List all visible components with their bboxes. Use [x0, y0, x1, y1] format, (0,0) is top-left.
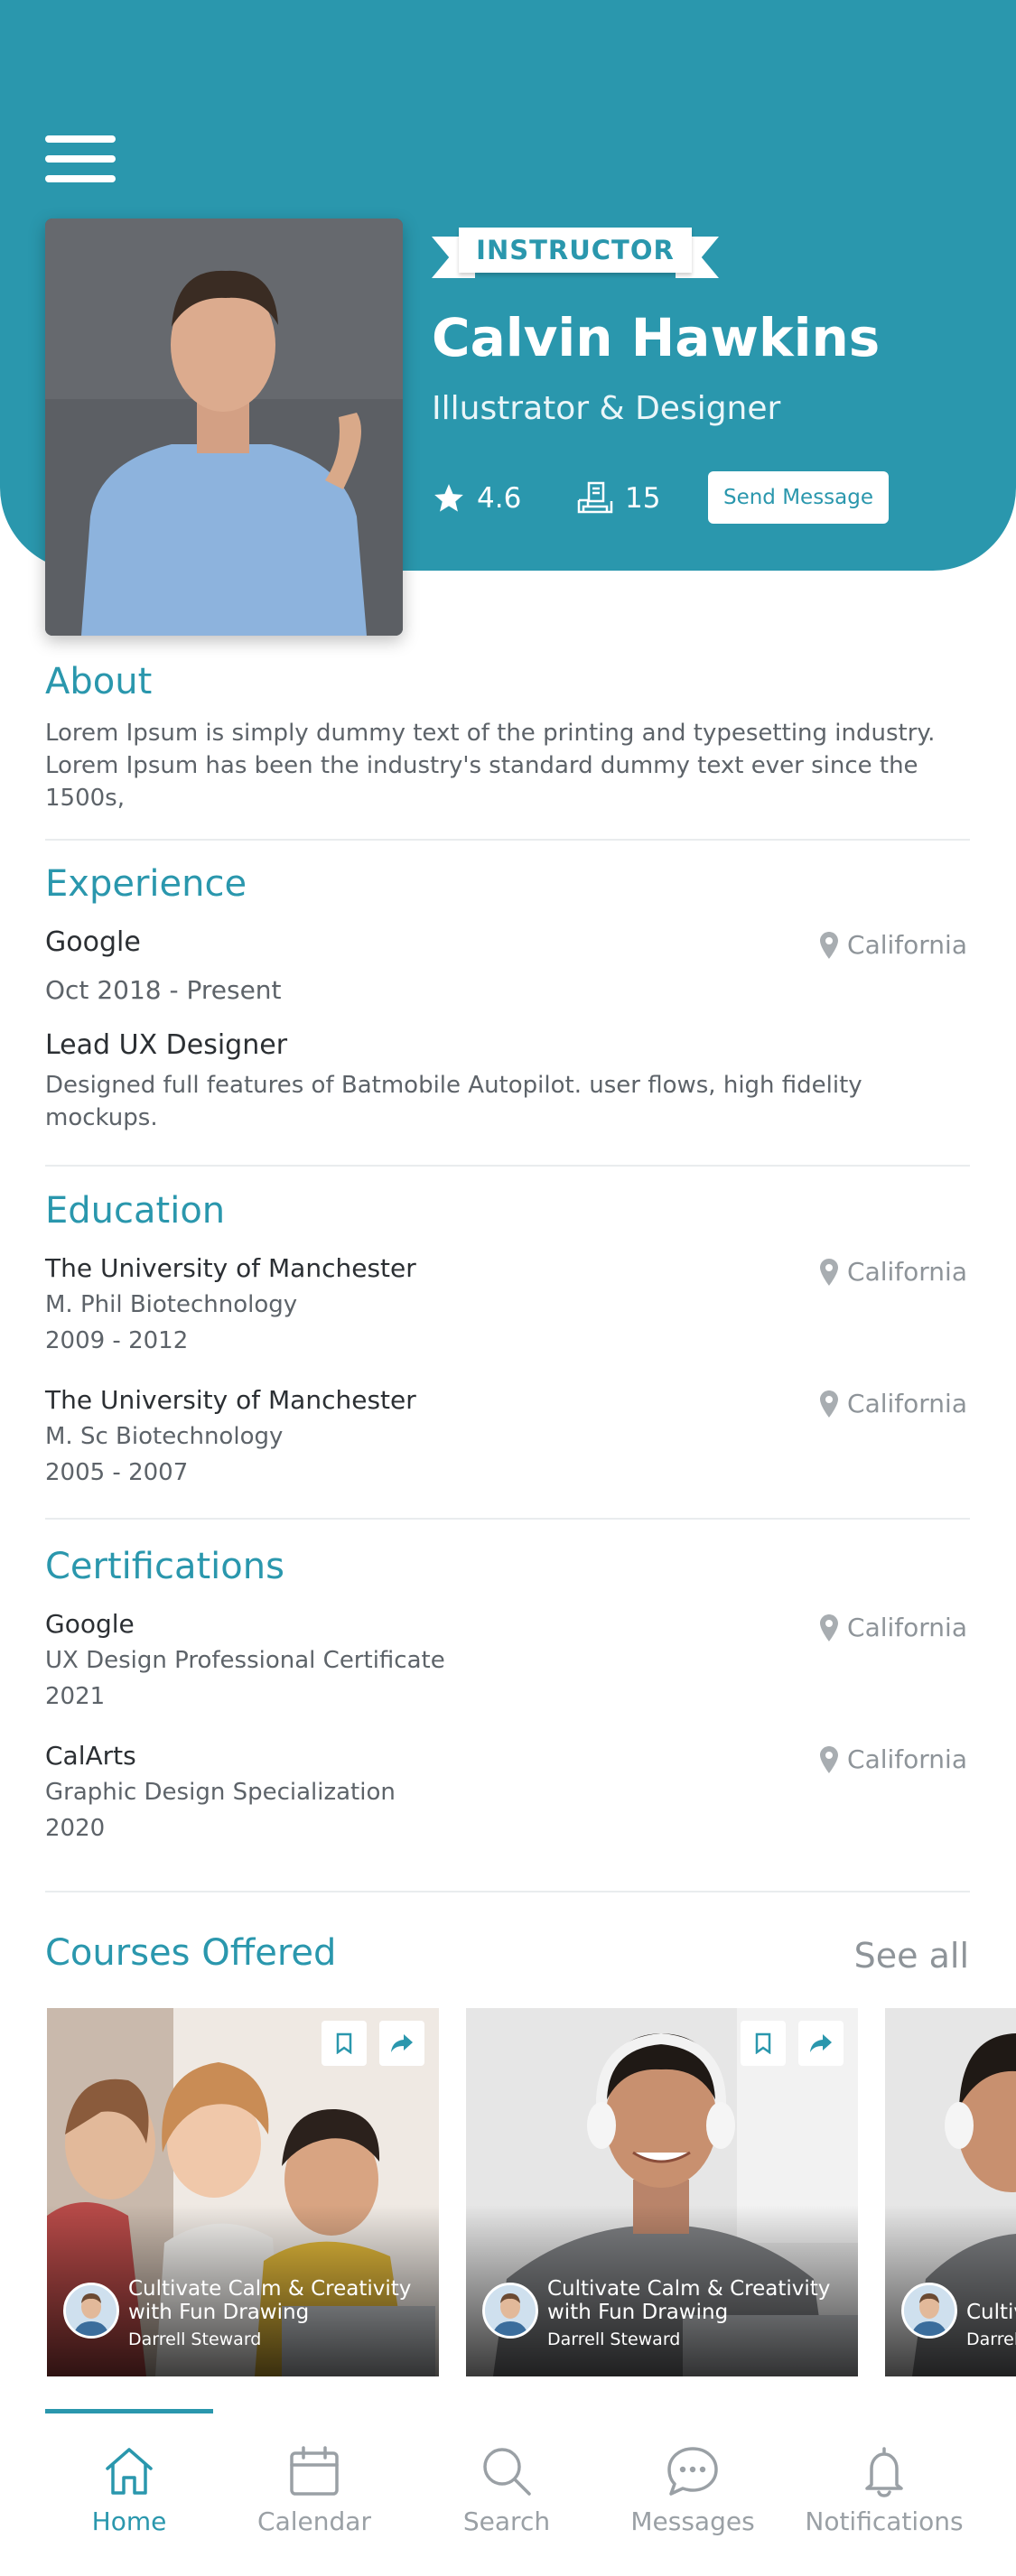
tab-calendar[interactable]: Calendar — [219, 2445, 409, 2553]
tab-home[interactable]: Home — [34, 2445, 224, 2553]
education-location: California — [820, 1389, 967, 1418]
divider — [45, 1891, 970, 1892]
author-avatar — [63, 2283, 119, 2339]
tab-label: Calendar — [257, 2506, 371, 2536]
bookmark-icon[interactable] — [741, 2021, 786, 2066]
tab-label: Notifications — [805, 2506, 964, 2536]
home-icon — [106, 2448, 153, 2495]
education-years: 2005 - 2007 — [45, 1459, 189, 1486]
bottom-tab-bar: Home Calendar Search Messages Notificati… — [0, 2409, 1016, 2576]
share-icon[interactable] — [798, 2021, 844, 2066]
send-message-button[interactable]: Send Message — [708, 471, 889, 524]
experience-company: Google — [45, 926, 141, 958]
education-location: California — [820, 1257, 967, 1287]
experience-period: Oct 2018 - Present — [45, 975, 282, 1005]
cert-location: California — [820, 1613, 967, 1642]
menu-icon[interactable] — [45, 135, 116, 182]
location-label: California — [847, 930, 967, 960]
cert-name: Graphic Design Specialization — [45, 1779, 396, 1806]
courses-title: Courses Offered — [45, 1932, 337, 1974]
badge-label: INSTRUCTOR — [459, 228, 692, 273]
author-avatar — [482, 2283, 538, 2339]
divider — [45, 1165, 970, 1167]
divider — [45, 1518, 970, 1520]
about-title: About — [45, 661, 153, 702]
course-card[interactable]: Cultivate Calm & Creativity with Fun Dra… — [47, 2008, 439, 2376]
instructor-badge: INSTRUCTOR — [432, 228, 719, 282]
course-title: Cultivate Calm & Creativity with Fun Dra… — [128, 2277, 412, 2324]
bell-icon — [865, 2447, 903, 2497]
location-label: California — [847, 1389, 967, 1418]
cert-year: 2020 — [45, 1815, 106, 1842]
star-icon — [434, 484, 463, 512]
tab-label: Messages — [630, 2506, 755, 2536]
active-tab-indicator — [45, 2409, 213, 2413]
education-degree: M. Sc Biotechnology — [45, 1423, 284, 1450]
tab-label: Search — [462, 2506, 551, 2536]
cert-location: California — [820, 1744, 967, 1774]
experience-position: Lead UX Designer — [45, 1029, 288, 1061]
calendar-icon — [290, 2446, 339, 2496]
experience-location: California — [820, 930, 967, 960]
courses-stat: 15 — [576, 477, 660, 520]
experience-title: Experience — [45, 863, 247, 905]
education-title: Education — [45, 1190, 226, 1232]
cert-issuer: CalArts — [45, 1741, 136, 1771]
instructor-photo — [45, 219, 403, 636]
location-label: California — [847, 1744, 967, 1774]
education-years: 2009 - 2012 — [45, 1327, 189, 1354]
location-pin-icon — [820, 1390, 839, 1418]
education-degree: M. Phil Biotechnology — [45, 1291, 298, 1318]
course-author: Darrell Steward — [966, 2330, 1016, 2349]
tab-messages[interactable]: Messages — [598, 2445, 788, 2553]
location-pin-icon — [820, 1745, 839, 1773]
about-text: Lorem Ipsum is simply dummy text of the … — [45, 720, 936, 812]
location-label: California — [847, 1257, 967, 1287]
instructor-name: Calvin Hawkins — [432, 307, 881, 368]
courses-icon — [577, 481, 613, 514]
cert-issuer: Google — [45, 1609, 135, 1639]
location-pin-icon — [820, 1613, 839, 1641]
education-school: The University of Manchester — [45, 1385, 416, 1415]
tab-notifications[interactable]: Notifications — [789, 2445, 979, 2553]
profile-stats: 4.6 15 Send Message — [432, 471, 937, 525]
location-label: California — [847, 1613, 967, 1642]
search-icon — [483, 2448, 531, 2496]
divider — [45, 839, 970, 841]
course-title: Cultivate Calm & Creativity with Fun Dra… — [966, 2301, 1016, 2324]
see-all-link[interactable]: See all — [854, 1936, 969, 1976]
education-school: The University of Manchester — [45, 1253, 416, 1283]
messages-icon — [667, 2447, 718, 2496]
course-author: Darrell Steward — [128, 2330, 262, 2349]
experience-description: Designed full features of Batmobile Auto… — [45, 1072, 862, 1131]
location-pin-icon — [820, 1258, 839, 1286]
course-author: Darrell Steward — [547, 2330, 681, 2349]
author-avatar — [901, 2283, 957, 2339]
share-icon[interactable] — [379, 2021, 424, 2066]
instructor-role: Illustrator & Designer — [432, 390, 781, 427]
certifications-title: Certifications — [45, 1546, 284, 1587]
course-title: Cultivate Calm & Creativity with Fun Dra… — [547, 2277, 831, 2324]
location-pin-icon — [820, 931, 839, 959]
bookmark-icon[interactable] — [322, 2021, 367, 2066]
cert-name: UX Design Professional Certificate — [45, 1647, 445, 1674]
tab-search[interactable]: Search — [412, 2445, 601, 2553]
course-card[interactable]: Cultivate Calm & Creativity with Fun Dra… — [466, 2008, 858, 2376]
courses-count: 15 — [625, 482, 661, 515]
rating-value: 4.6 — [477, 482, 522, 515]
tab-label: Home — [91, 2506, 167, 2536]
cert-year: 2021 — [45, 1683, 106, 1710]
course-card[interactable]: Cultivate Calm & Creativity with Fun Dra… — [885, 2008, 1016, 2376]
rating-stat: 4.6 — [432, 477, 521, 520]
